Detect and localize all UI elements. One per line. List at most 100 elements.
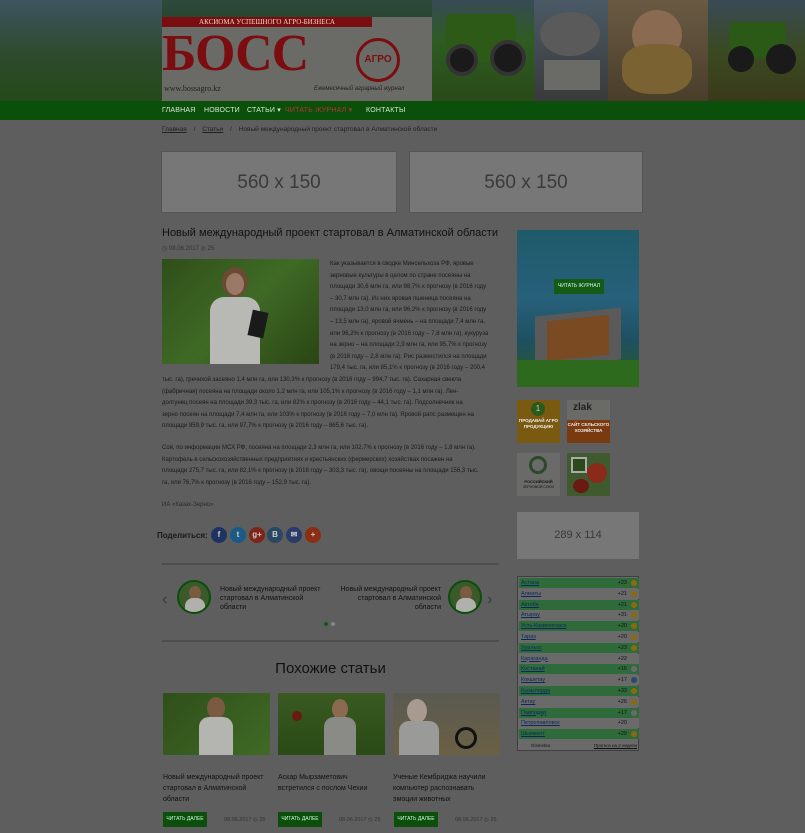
weather-row[interactable]: Атырау +31 bbox=[519, 610, 639, 621]
weather-row[interactable]: Уральск +23 bbox=[519, 642, 639, 653]
weather-temp: +31 bbox=[617, 612, 627, 619]
weather-row[interactable]: Караганда +22 bbox=[519, 653, 639, 664]
weather-city[interactable]: Караганда bbox=[521, 654, 548, 664]
chevron-right-icon[interactable]: › bbox=[487, 591, 492, 609]
weather-city[interactable]: Алматы bbox=[521, 589, 541, 599]
nav-item-read-journal[interactable]: ЧИТАТЬ ЖУРНАЛ ▾ bbox=[285, 101, 352, 120]
weather-footer: Gismeteo Прогноз на 2 недели bbox=[519, 741, 639, 751]
weather-city[interactable]: Атырау bbox=[521, 610, 540, 620]
weather-row[interactable]: Павлодар +17 bbox=[519, 707, 639, 718]
weather-city[interactable]: Астана bbox=[521, 578, 539, 588]
weather-city[interactable]: Костанай bbox=[521, 664, 545, 674]
weather-row[interactable]: Кызылорда +33 bbox=[519, 686, 639, 696]
banner-ad-right[interactable]: 560 x 150 bbox=[409, 151, 643, 213]
weather-city[interactable]: Павлодар bbox=[521, 708, 546, 718]
weather-row[interactable]: Усть-Каменогорск +20 bbox=[519, 621, 639, 632]
similar-article-title[interactable]: Новый международный проект стартовал в А… bbox=[163, 772, 270, 805]
nav-item-contacts[interactable]: КОНТАКТЫ bbox=[366, 101, 405, 120]
similar-article-image[interactable] bbox=[163, 693, 270, 755]
chevron-left-icon[interactable]: ‹ bbox=[162, 591, 167, 609]
nav-item-articles[interactable]: СТАТЬИ ▾ bbox=[247, 101, 281, 120]
divider bbox=[162, 640, 499, 642]
slider-thumb[interactable] bbox=[448, 580, 482, 614]
nav-item-news[interactable]: НОВОСТИ bbox=[204, 101, 240, 120]
nav-item-home[interactable]: ГЛАВНАЯ bbox=[162, 101, 196, 120]
weather-city[interactable]: Петропавловск bbox=[521, 718, 560, 728]
weather-row[interactable]: Тараз +20 bbox=[519, 632, 639, 642]
text-line: зерновые культуры в целом по стране посе… bbox=[330, 272, 471, 279]
weather-city[interactable]: Уральск bbox=[521, 643, 542, 653]
text-line: Картофель в сельскохозяйственных предпри… bbox=[162, 456, 453, 463]
plough-photo bbox=[534, 0, 608, 101]
sidebar-banner-ad[interactable]: 289 x 114 bbox=[517, 512, 639, 559]
weather-city[interactable]: Кызылорда bbox=[521, 686, 550, 696]
weather-row[interactable]: Астана +23 bbox=[519, 578, 639, 588]
weather-city[interactable]: Усть-Каменогорск bbox=[521, 621, 566, 631]
slider-dot[interactable] bbox=[331, 622, 335, 626]
similar-article-image[interactable] bbox=[393, 693, 500, 755]
gismeteo-logo[interactable]: Gismeteo bbox=[531, 741, 550, 751]
logo-number: 1 bbox=[531, 402, 545, 416]
zlak-logo[interactable]: zlak САЙТ СЕЛЬСКОГО ХОЗЯЙСТВА bbox=[567, 400, 610, 443]
weather-temp: +20 bbox=[617, 623, 627, 630]
weather-row[interactable]: Актобе +21 bbox=[519, 599, 639, 610]
cloud-icon bbox=[631, 666, 637, 673]
read-more-button[interactable]: ЧИТАТЬ ДАЛЕЕ bbox=[163, 812, 207, 827]
slider-title[interactable]: Новый международный проект стартовал в А… bbox=[220, 585, 330, 612]
weather-row[interactable]: Костанай +16 bbox=[519, 664, 639, 675]
twitter-icon[interactable]: t bbox=[230, 527, 246, 543]
slider-title[interactable]: Новый международный проект стартовал в А… bbox=[336, 585, 442, 612]
weather-row[interactable]: Петропавловск +20 bbox=[519, 718, 639, 729]
read-more-button[interactable]: ЧИТАТЬ ДАЛЕЕ bbox=[278, 812, 322, 827]
text-line: площади 30,6 млн га, или 98,7% к прогноз… bbox=[330, 284, 487, 291]
weather-city[interactable]: Кокшетау bbox=[521, 675, 545, 685]
weather-city[interactable]: Шымкент bbox=[521, 729, 545, 739]
article-paragraph-wrapped: Как указывается в сводке Минсельхоза РФ,… bbox=[330, 259, 505, 375]
slider-thumb[interactable] bbox=[177, 580, 211, 614]
grain-union-logo[interactable]: РОССИЙСКИЙ ЗЕРНОВОЙ СОЮЗ bbox=[517, 453, 560, 496]
site-logo[interactable]: БОСС bbox=[162, 24, 309, 84]
agro-logo[interactable] bbox=[567, 453, 610, 496]
logo-text: ЗЕРНОВОЙ СОЮЗ bbox=[522, 485, 555, 489]
breadcrumb-separator: / bbox=[230, 126, 232, 133]
divider bbox=[162, 563, 499, 565]
weather-city[interactable]: Актобе bbox=[521, 600, 539, 610]
weather-row[interactable]: Шымкент +29 bbox=[519, 729, 639, 740]
weather-row[interactable]: Алматы +21 bbox=[519, 588, 639, 599]
sun-icon bbox=[631, 623, 637, 630]
main-nav: ГЛАВНАЯ НОВОСТИ СТАТЬИ ▾ ЧИТАТЬ ЖУРНАЛ ▾… bbox=[0, 101, 805, 120]
weather-row[interactable]: Актау +26 bbox=[519, 696, 639, 707]
text-line: площади 859,9 тыс. га, или 97,7% к прогн… bbox=[162, 423, 369, 430]
weather-temp: +26 bbox=[617, 698, 627, 705]
weather-city[interactable]: Тараз bbox=[521, 632, 536, 642]
banner-ad-left[interactable]: 560 x 150 bbox=[161, 151, 397, 213]
article-views: 25 bbox=[207, 246, 215, 252]
sun-icon bbox=[631, 601, 637, 608]
journal-ad[interactable] bbox=[517, 230, 639, 387]
date: 08.06.2017 bbox=[339, 817, 367, 823]
similar-article-title[interactable]: Ученые Кембриджа научили компьютер распо… bbox=[393, 772, 500, 805]
read-journal-button[interactable]: ЧИТАТЬ ЖУРНАЛ bbox=[554, 279, 604, 294]
logo-name: zlak bbox=[573, 402, 592, 413]
facebook-icon[interactable]: f bbox=[211, 527, 227, 543]
more-icon[interactable]: + bbox=[305, 527, 321, 543]
text-line: Как указывается в сводке Минсельхоза РФ,… bbox=[330, 261, 474, 267]
similar-article-image[interactable] bbox=[278, 693, 385, 755]
similar-article-meta: 08.06.2017 ◎ 25 bbox=[455, 817, 497, 823]
read-more-button[interactable]: ЧИТАТЬ ДАЛЕЕ bbox=[394, 812, 438, 827]
breadcrumb-home[interactable]: Главная bbox=[162, 126, 187, 133]
breadcrumb-articles[interactable]: Статьи bbox=[202, 126, 223, 133]
vk-icon[interactable]: B bbox=[267, 527, 283, 543]
similar-article-title[interactable]: Аскар Мырзаметович встретился с послом Ч… bbox=[278, 772, 385, 794]
views: 25 bbox=[490, 817, 497, 823]
sell-agro-logo[interactable]: 1 ПРОДАВАЙ АГРО ПРОДУКЦИЮ bbox=[517, 400, 560, 443]
sun-icon bbox=[631, 590, 637, 597]
weather-city[interactable]: Актау bbox=[521, 697, 535, 707]
forecast-link[interactable]: Прогноз на 2 недели bbox=[594, 741, 637, 751]
slider-dot-active[interactable] bbox=[324, 622, 328, 626]
weather-temp: +29 bbox=[617, 731, 627, 738]
weather-row[interactable]: Кокшетау +17 bbox=[519, 675, 639, 686]
mail-icon[interactable]: ✉ bbox=[286, 527, 302, 543]
google-plus-icon[interactable]: g+ bbox=[249, 527, 265, 543]
article-paragraph-full: тыс. га), гречихой засеяно 1,4 млн га, и… bbox=[162, 375, 507, 433]
